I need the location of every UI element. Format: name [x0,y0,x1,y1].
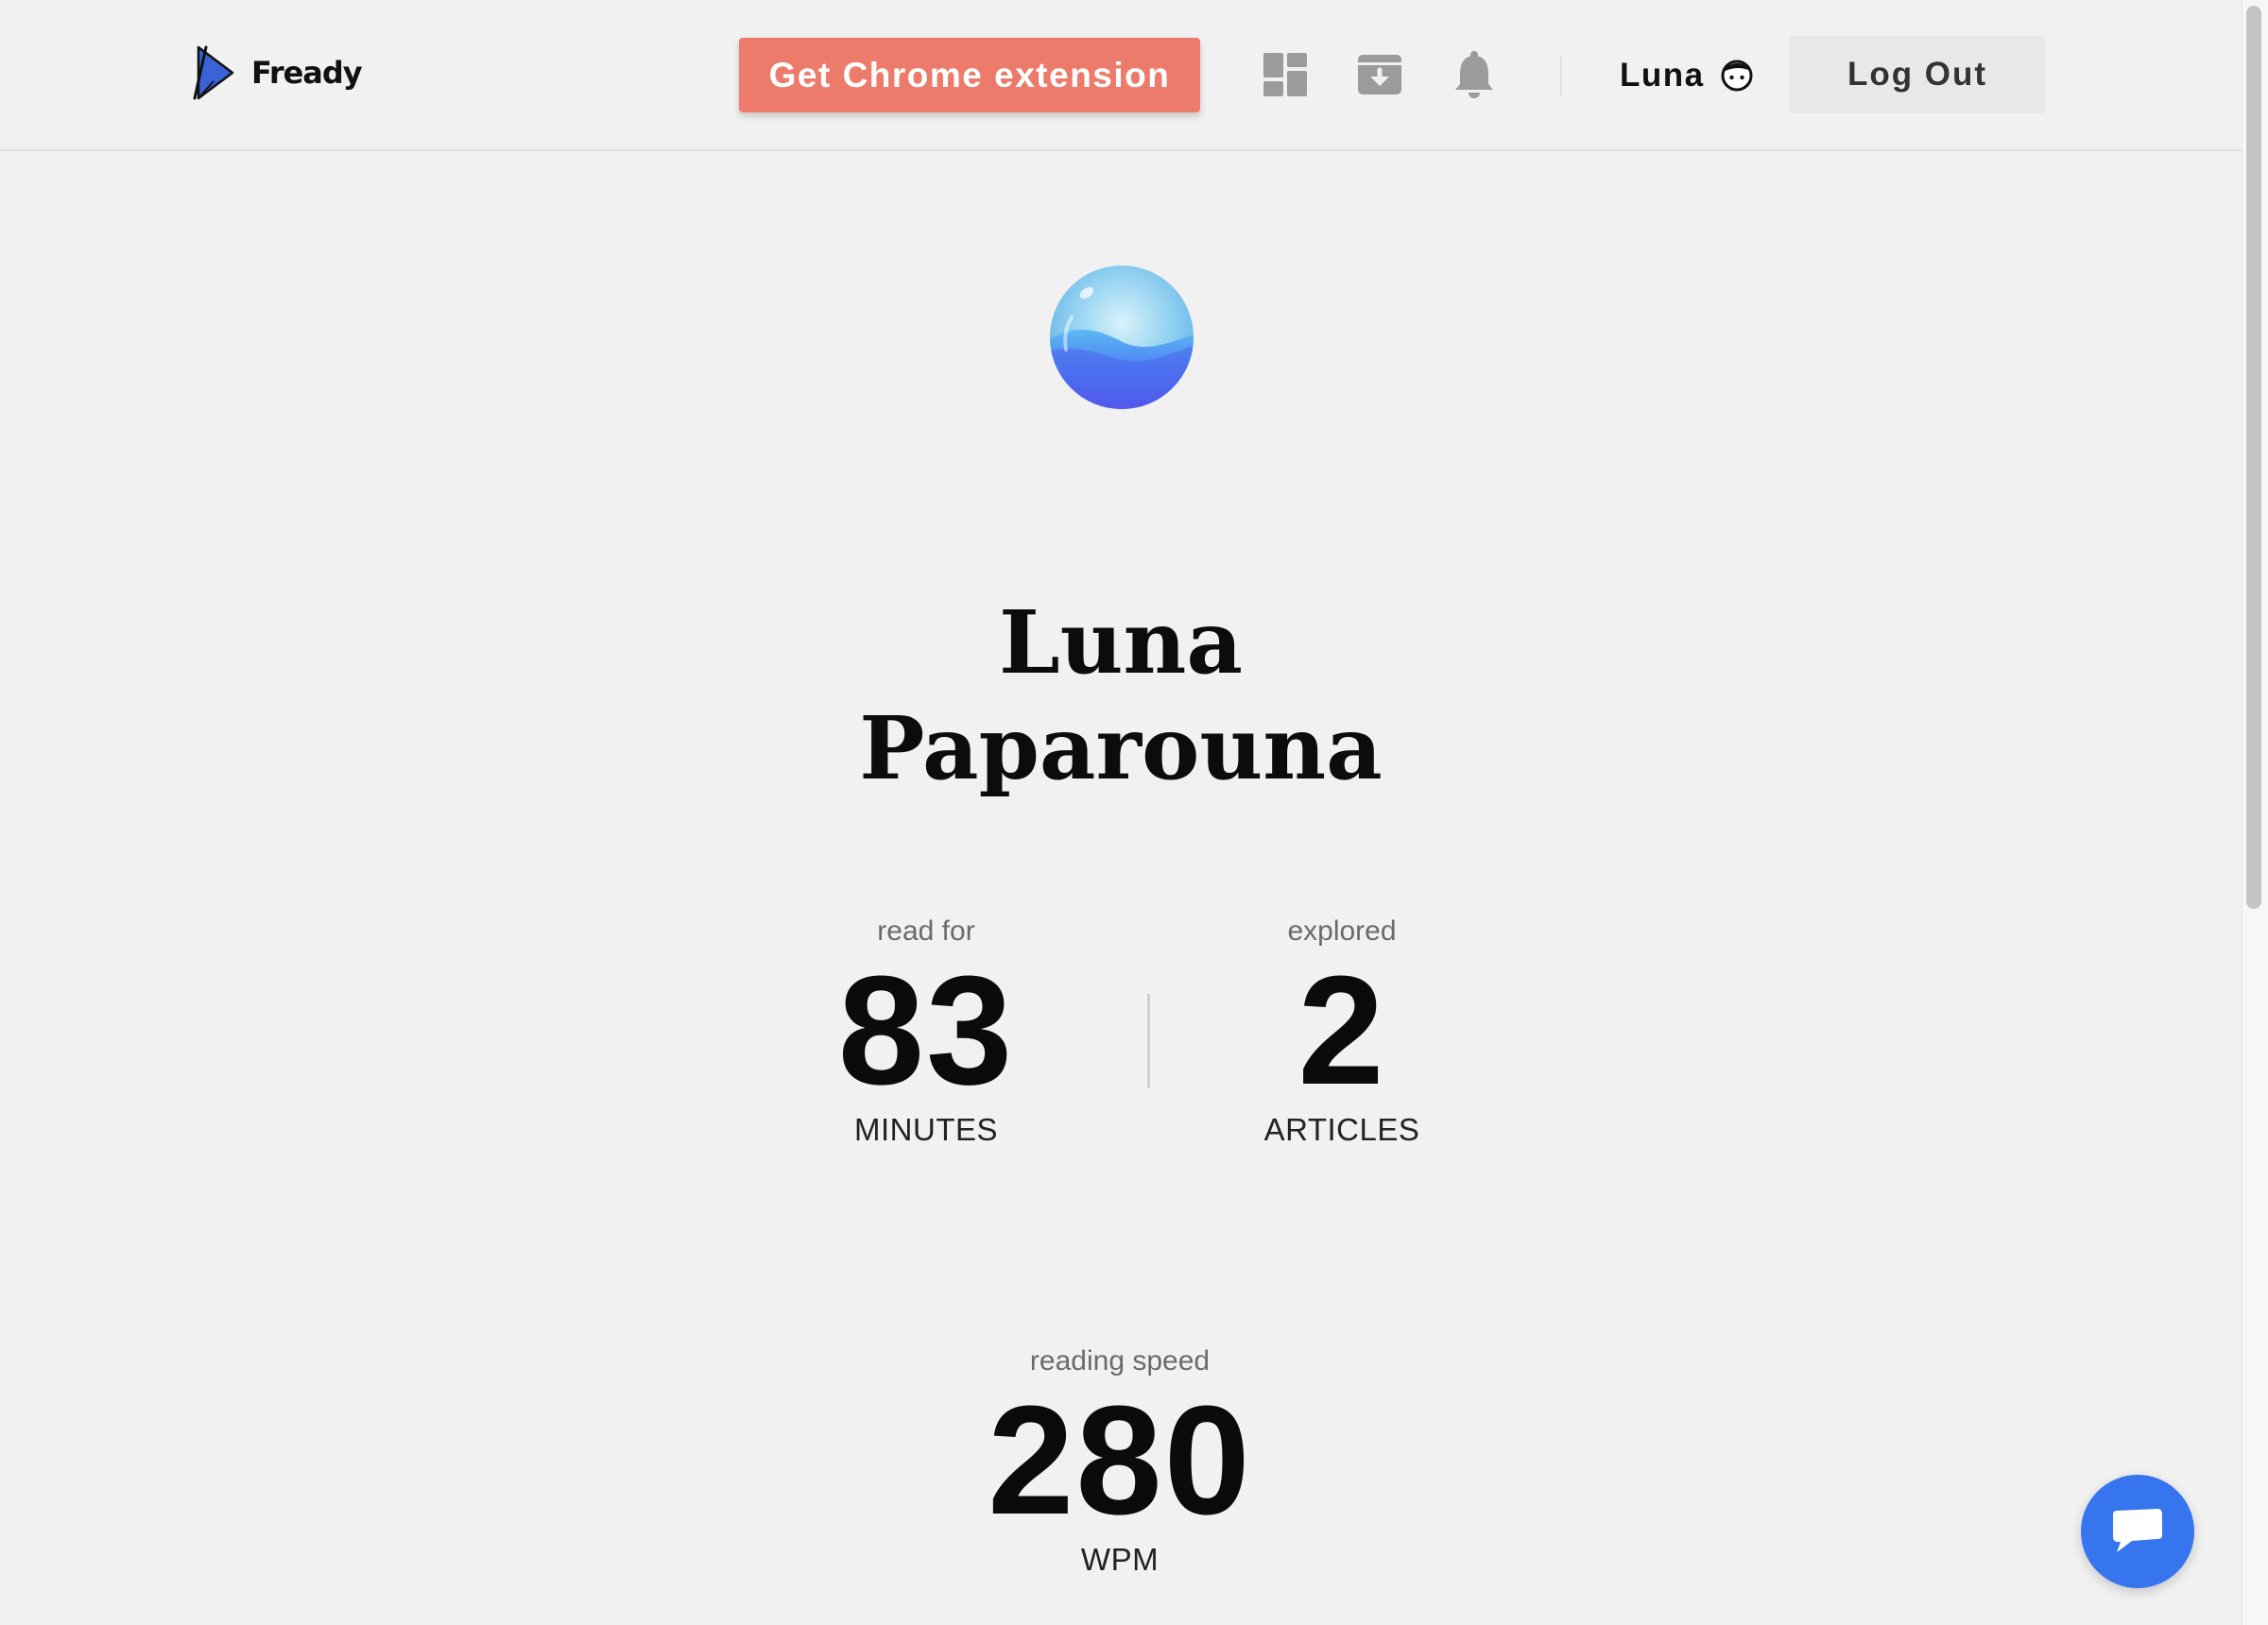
user-name: Luna [1620,57,1705,94]
chat-support-button[interactable] [2081,1475,2194,1588]
stat-unit: ARTICLES [1263,1112,1420,1147]
get-chrome-extension-button[interactable]: Get Chrome extension [739,38,1200,112]
user-avatar-icon [1721,60,1753,92]
logo-text: Fready [251,55,363,91]
profile-last-name: Paparouna [859,697,1383,799]
stat-unit: MINUTES [854,1112,998,1147]
stat-unit: WPM [1080,1542,1160,1577]
log-out-button[interactable]: Log Out [1790,36,2045,113]
stat-minutes-read: read for 83 MINUTES [728,913,1125,1149]
dashboard-icon [1263,53,1307,96]
fready-logo-icon [193,45,234,100]
dashboard-button[interactable] [1256,45,1314,104]
user-menu[interactable]: Luna [1620,49,1754,102]
archive-icon [1358,55,1401,94]
profile-orb-avatar [1049,265,1194,410]
stat-value: 83 [837,944,1015,1117]
top-navbar: Fready Get Chrome extension Luna Log Out [0,0,2242,151]
header-divider [1560,56,1562,95]
fready-logo[interactable]: Fready [193,43,363,102]
notifications-button[interactable] [1445,45,1503,104]
stat-value: 2 [1297,944,1386,1117]
scrollbar-thumb[interactable] [2246,6,2261,909]
profile-full-name: Luna Paparouna [743,590,1499,801]
stat-reading-speed: reading speed 280 WPM [921,1343,1318,1579]
stat-value: 280 [988,1374,1252,1547]
chat-bubble-icon [2113,1509,2162,1552]
bell-icon [1455,51,1493,98]
profile-first-name: Luna [998,591,1244,693]
archive-button[interactable] [1350,45,1409,104]
profile-page: Fready Get Chrome extension Luna Log Out… [0,0,2268,1625]
stat-articles-explored: explored 2 ARTICLES [1143,913,1540,1149]
